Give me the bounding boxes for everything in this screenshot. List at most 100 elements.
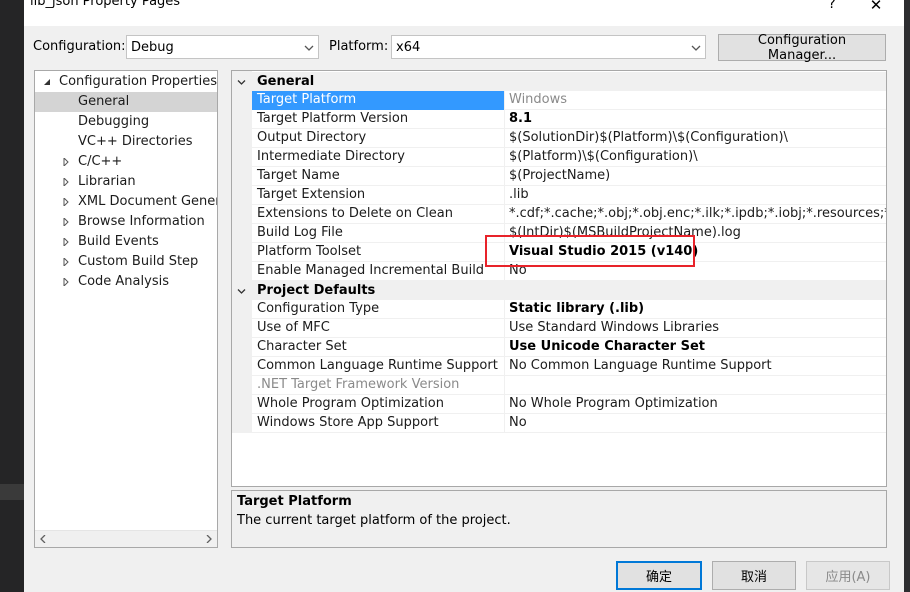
property-row[interactable]: Whole Program Optimization No Whole Progr… — [252, 395, 886, 414]
annotation-highlight-box — [485, 235, 695, 267]
scroll-right-icon[interactable] — [205, 535, 213, 543]
property-value[interactable]: No — [505, 414, 886, 433]
collapsed-arrow-icon[interactable] — [62, 218, 70, 226]
tree-root-label: Configuration Properties — [59, 74, 217, 89]
property-value[interactable]: $(ProjectName) — [505, 167, 886, 186]
property-value[interactable]: Windows — [505, 91, 886, 110]
apply-button[interactable]: 应用(A) — [806, 561, 890, 590]
property-name: Build Log File — [252, 224, 505, 243]
grid-category-label: General — [257, 74, 315, 89]
scroll-left-icon[interactable] — [39, 535, 47, 543]
chevron-down-icon[interactable] — [237, 287, 246, 296]
background-editor-band — [0, 484, 24, 500]
tree-item[interactable]: Debugging — [35, 112, 217, 132]
property-value[interactable]: No Whole Program Optimization — [505, 395, 886, 414]
property-name: Whole Program Optimization — [252, 395, 505, 414]
collapsed-arrow-icon[interactable] — [62, 258, 70, 266]
description-text: The current target platform of the proje… — [237, 513, 511, 528]
property-name: Output Directory — [252, 129, 505, 148]
property-row[interactable]: Use of MFC Use Standard Windows Libraries — [252, 319, 886, 338]
tree-item[interactable]: Librarian — [35, 172, 217, 192]
tree-item-label: General — [78, 94, 130, 109]
property-value[interactable] — [505, 376, 886, 395]
property-grid[interactable]: General Target Platform Windows Target Plat… — [231, 70, 887, 487]
collapsed-arrow-icon[interactable] — [62, 278, 70, 286]
property-value[interactable]: No Common Language Runtime Support — [505, 357, 886, 376]
tree-item[interactable]: XML Document Generat — [35, 192, 217, 212]
property-row[interactable]: Target Platform Windows — [252, 91, 886, 110]
tree-item[interactable]: Build Events — [35, 232, 217, 252]
tree-item-label: Custom Build Step — [78, 254, 199, 269]
property-name: Target Extension — [252, 186, 505, 205]
property-row[interactable]: .NET Target Framework Version — [252, 376, 886, 395]
platform-value: x64 — [396, 40, 421, 55]
collapsed-arrow-icon[interactable] — [62, 198, 70, 206]
tree-item-label: XML Document Generat — [78, 194, 217, 209]
property-value[interactable]: .lib — [505, 186, 886, 205]
property-row[interactable]: Common Language Runtime Support No Common… — [252, 357, 886, 376]
tree-item[interactable]: Custom Build Step — [35, 252, 217, 272]
property-value[interactable]: $(Platform)\$(Configuration)\ — [505, 148, 886, 167]
configuration-label: Configuration: — [33, 39, 126, 54]
tree-item[interactable]: Code Analysis — [35, 272, 217, 292]
property-value[interactable]: $(SolutionDir)$(Platform)\$(Configuratio… — [505, 129, 886, 148]
collapsed-arrow-icon[interactable] — [62, 158, 70, 166]
property-row[interactable]: Output Directory $(SolutionDir)$(Platform… — [252, 129, 886, 148]
chevron-down-icon[interactable] — [237, 78, 246, 87]
property-value[interactable]: Use Unicode Character Set — [505, 338, 886, 357]
property-row[interactable]: Intermediate Directory $(Platform)\$(Conf… — [252, 148, 886, 167]
ok-button[interactable]: 确定 — [616, 561, 702, 590]
tree-item-label: Browse Information — [78, 214, 205, 229]
configuration-value: Debug — [131, 40, 174, 55]
close-button[interactable]: ✕ — [866, 0, 886, 14]
property-name: Character Set — [252, 338, 505, 357]
configuration-manager-button[interactable]: Configuration Manager... — [718, 33, 886, 63]
property-row[interactable]: Target Name $(ProjectName) — [252, 167, 886, 186]
background-editor-left — [0, 0, 24, 592]
property-value[interactable]: Static library (.lib) — [505, 300, 886, 319]
property-name: Common Language Runtime Support — [252, 357, 505, 376]
tree-item[interactable]: Browse Information — [35, 212, 217, 232]
tree-horizontal-scrollbar[interactable] — [35, 530, 217, 547]
chevron-down-icon — [304, 45, 314, 51]
help-button[interactable]: ? — [822, 0, 842, 12]
collapsed-arrow-icon[interactable] — [62, 238, 70, 246]
platform-label: Platform: — [329, 39, 389, 54]
collapsed-arrow-icon[interactable] — [62, 178, 70, 186]
tree-item-label: Build Events — [78, 234, 159, 249]
property-row[interactable]: Target Platform Version 8.1 — [252, 110, 886, 129]
grid-category[interactable]: Project Defaults — [232, 281, 886, 300]
platform-combo[interactable]: x64 — [391, 35, 706, 59]
tree-item[interactable]: C/C++ — [35, 152, 217, 172]
property-row[interactable]: Extensions to Delete on Clean *.cdf;*.cac… — [252, 205, 886, 224]
grid-gutter — [232, 71, 252, 433]
category-tree[interactable]: Configuration Properties General Debuggin… — [34, 70, 218, 548]
property-name: Configuration Type — [252, 300, 505, 319]
chevron-down-icon — [691, 45, 701, 51]
property-value[interactable]: Use Standard Windows Libraries — [505, 319, 886, 338]
cancel-button[interactable]: 取消 — [712, 561, 796, 590]
tree-item-label: Librarian — [78, 174, 136, 189]
property-name: Extensions to Delete on Clean — [252, 205, 505, 224]
property-name: Enable Managed Incremental Build — [252, 262, 505, 281]
tree-item-label: C/C++ — [78, 154, 123, 169]
property-name: Target Name — [252, 167, 505, 186]
property-value[interactable]: *.cdf;*.cache;*.obj;*.obj.enc;*.ilk;*.ip… — [505, 205, 886, 224]
title-bar: lib_json Property Pages ? ✕ — [24, 0, 904, 26]
tree-item[interactable]: VC++ Directories — [35, 132, 217, 152]
grid-category-label: Project Defaults — [257, 283, 376, 298]
window-title: lib_json Property Pages — [30, 0, 181, 9]
property-name: Intermediate Directory — [252, 148, 505, 167]
description-title: Target Platform — [237, 494, 352, 509]
property-value[interactable]: 8.1 — [505, 110, 886, 129]
property-row[interactable]: Windows Store App Support No — [252, 414, 886, 433]
tree-item[interactable]: General — [35, 92, 217, 112]
property-pages-dialog: lib_json Property Pages ? ✕ Configuratio… — [24, 0, 904, 592]
property-row[interactable]: Character Set Use Unicode Character Set — [252, 338, 886, 357]
property-row[interactable]: Configuration Type Static library (.lib) — [252, 300, 886, 319]
property-name: Use of MFC — [252, 319, 505, 338]
configuration-combo[interactable]: Debug — [126, 35, 319, 59]
property-row[interactable]: Target Extension .lib — [252, 186, 886, 205]
grid-category[interactable]: General — [232, 72, 886, 91]
tree-root[interactable]: Configuration Properties — [35, 72, 217, 92]
